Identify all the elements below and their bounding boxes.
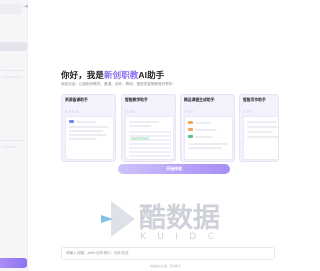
card-chips [184, 110, 193, 113]
preview-line [76, 120, 96, 123]
greeting-prefix: 你好，我是 [61, 70, 105, 80]
card-chip[interactable] [125, 110, 127, 113]
collapse-sidebar-icon[interactable]: ⇥ [23, 3, 28, 11]
card-chip[interactable] [246, 110, 249, 113]
preview-line [247, 131, 273, 133]
preview-line [195, 121, 211, 124]
card-title: 智能教学助手 [125, 98, 148, 102]
feature-cards: 资源备课助手 智能教学助手 精品课程生成助手 智能写作助手 [61, 94, 279, 162]
card-chip[interactable] [184, 110, 186, 113]
greeting-suffix: AI助手 [138, 70, 165, 80]
watermark-text: 酷数据 [139, 203, 220, 234]
greeting-title: 你好，我是新创职教AI助手 [61, 69, 164, 81]
preview-line [69, 138, 97, 140]
card-preview-image [65, 116, 114, 160]
preview-line [188, 147, 222, 149]
card-chip[interactable] [243, 110, 245, 113]
preview-line [69, 134, 107, 136]
preview-line [247, 121, 277, 123]
card-title: 精品课程生成助手 [184, 98, 215, 102]
preview-line [188, 143, 228, 145]
greeting-brand: 新创职教 [104, 70, 139, 80]
sidebar-history-item[interactable] [2, 76, 22, 78]
sidebar-history-item[interactable] [2, 146, 16, 148]
card-chip[interactable] [250, 110, 252, 113]
chat-input-placeholder: 请输入问题，shift+回车换行，回车发送 [66, 251, 129, 255]
card-chip[interactable] [191, 110, 193, 113]
preview-line [195, 128, 217, 131]
sidebar-logo [0, 4, 22, 14]
card-writing[interactable]: 智能写作助手 [239, 94, 279, 162]
sidebar: ⇥ [0, 0, 28, 271]
card-preview-image [125, 116, 174, 160]
card-chip[interactable] [75, 110, 78, 113]
card-chip[interactable] [65, 110, 67, 113]
preview-line [129, 125, 151, 127]
preview-tag [188, 128, 193, 131]
card-chip[interactable] [132, 110, 134, 113]
card-preview-image [243, 116, 278, 160]
card-chip[interactable] [187, 110, 190, 113]
preview-tag [188, 121, 193, 124]
card-preview-image [184, 116, 233, 160]
chat-input[interactable]: 请输入问题，shift+回车换行，回车发送 [61, 247, 275, 260]
preview-tag [188, 135, 193, 138]
card-chip[interactable] [72, 110, 74, 113]
preview-table [129, 131, 171, 157]
card-chips [125, 110, 134, 113]
sidebar-divider [2, 140, 25, 141]
card-course-generation[interactable]: 精品课程生成助手 [180, 94, 235, 162]
preview-highlight [131, 137, 149, 140]
preview-tag [69, 120, 74, 123]
card-chip[interactable] [128, 110, 131, 113]
card-title: 智能写作助手 [243, 98, 266, 102]
watermark-play-icon [101, 201, 135, 237]
sidebar-divider [2, 70, 25, 71]
card-title: 资源备课助手 [65, 98, 88, 102]
card-chips [65, 110, 78, 113]
preview-line [129, 121, 159, 123]
preview-line [195, 135, 213, 138]
greeting-subtitle: 轻松对话，让我助你教学、备课、创作、教研，做您的智慧教育好帮手~ [61, 82, 175, 86]
sidebar-new-chat-button[interactable] [0, 258, 27, 268]
card-chip[interactable] [68, 110, 71, 113]
preview-line [69, 126, 109, 128]
card-chips [243, 110, 252, 113]
preview-line [247, 136, 278, 138]
start-experience-button[interactable]: 开始体验 [118, 164, 230, 174]
card-teaching[interactable]: 智能教学助手 [121, 94, 176, 162]
card-resource-prep[interactable]: 资源备课助手 [61, 94, 116, 162]
preview-line [69, 130, 103, 132]
watermark-subtext: KUIDC [140, 232, 226, 242]
preview-line [247, 126, 278, 128]
sidebar-item-active[interactable] [0, 42, 27, 51]
ai-disclaimer: 内容由AI生成，仅供参考 [150, 264, 181, 268]
